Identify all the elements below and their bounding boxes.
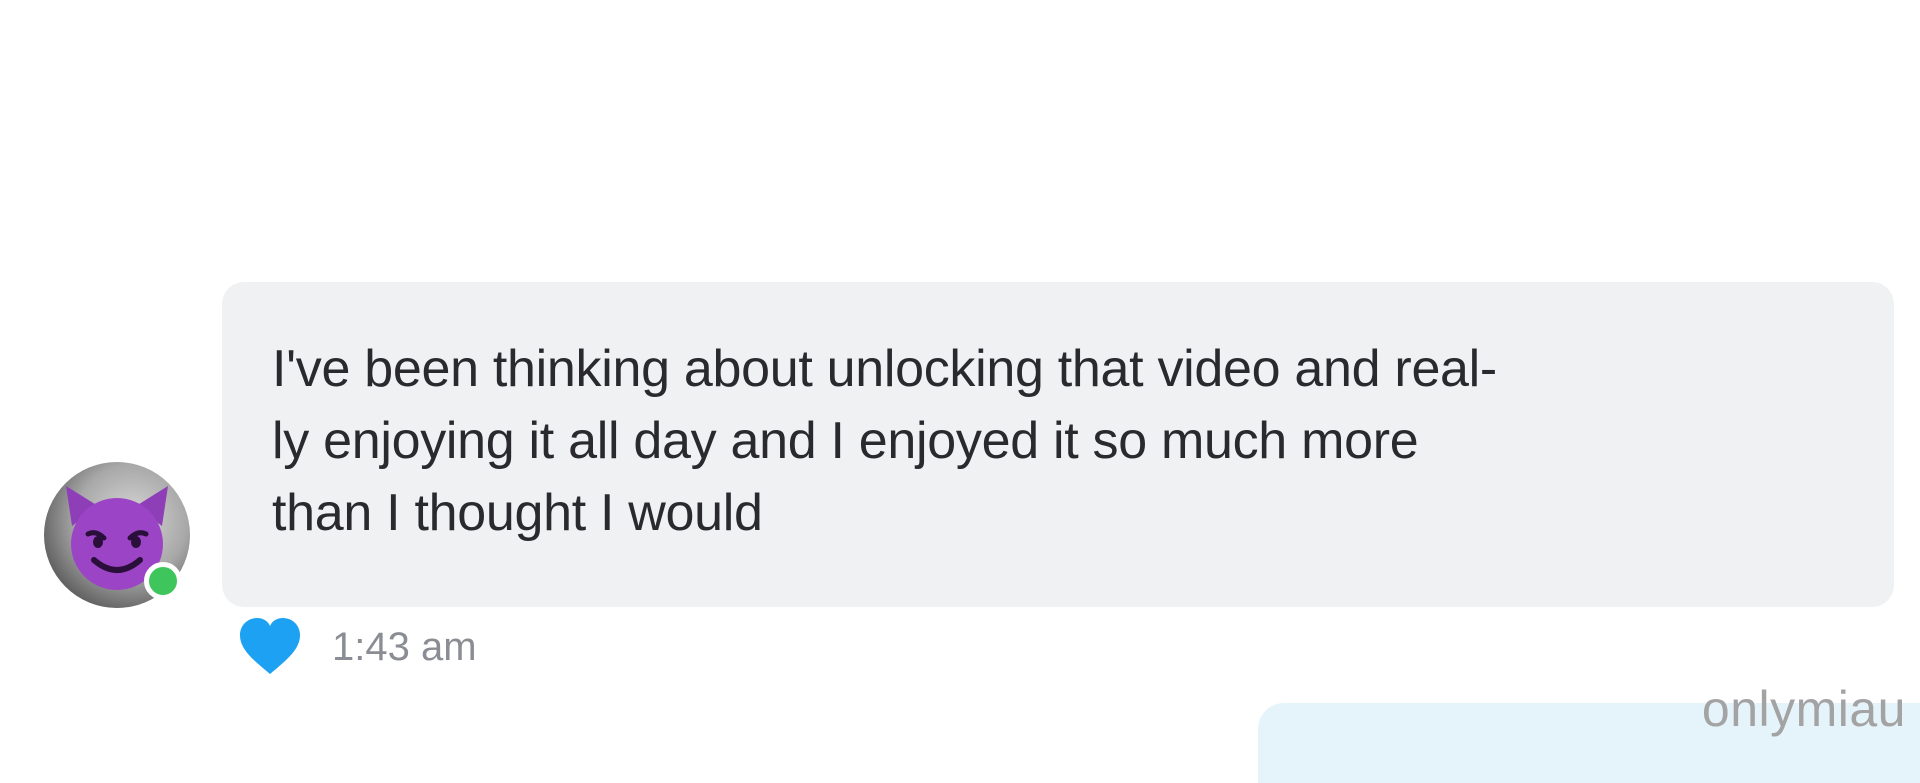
message-text: I've been thinking about unlocking that …	[272, 340, 1497, 542]
heart-icon[interactable]	[238, 617, 302, 677]
message-bubble[interactable]: I've been thinking about unlocking that …	[222, 282, 1894, 607]
message-timestamp: 1:43 am	[332, 624, 477, 669]
sender-avatar[interactable]	[44, 462, 190, 608]
message-meta: 1:43 am	[238, 617, 477, 677]
online-status-indicator	[144, 562, 182, 600]
watermark: onlymiau	[1701, 681, 1906, 737]
